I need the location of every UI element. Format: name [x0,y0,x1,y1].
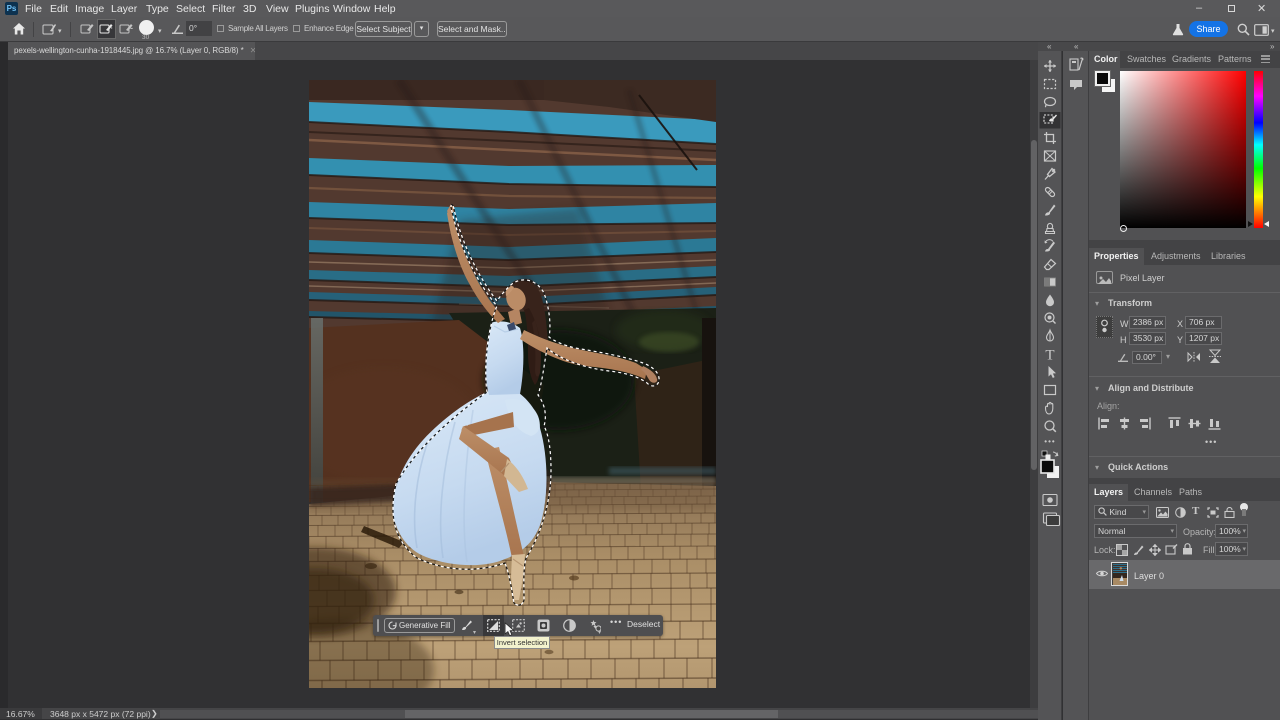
svg-text:T: T [1045,348,1054,364]
svg-text:•••: ••• [1044,437,1055,446]
